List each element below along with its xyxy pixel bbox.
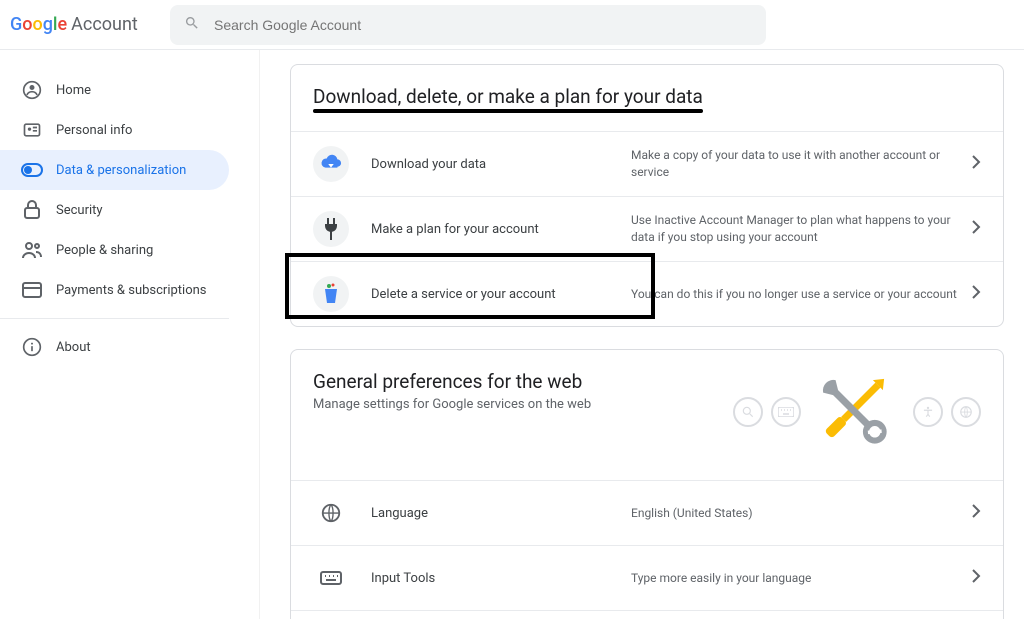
row-label: Make a plan for your account — [371, 222, 631, 237]
row-language[interactable]: Language English (United States) — [291, 480, 1003, 545]
google-logo-text: Google — [10, 14, 67, 35]
row-description: You can do this if you no longer use a s… — [631, 286, 971, 303]
nav-label: Data & personalization — [56, 163, 186, 178]
nav-label: Payments & subscriptions — [56, 283, 207, 298]
row-input-tools[interactable]: Input Tools Type more easily in your lan… — [291, 545, 1003, 610]
magnifier-icon — [733, 397, 763, 427]
chevron-right-icon — [971, 503, 981, 523]
search-input[interactable] — [214, 17, 752, 33]
people-icon — [20, 241, 44, 259]
keyboard-icon — [771, 397, 801, 427]
row-description: English (United States) — [631, 505, 971, 522]
card-title: Download, delete, or make a plan for you… — [313, 85, 981, 108]
row-delete-service-account[interactable]: Delete a service or your account You can… — [291, 261, 1003, 326]
sidebar-item-about[interactable]: About — [0, 327, 229, 367]
row-make-plan-account[interactable]: Make a plan for your account Use Inactiv… — [291, 196, 1003, 261]
chevron-right-icon — [971, 219, 981, 239]
nav-label: Security — [56, 203, 103, 218]
toggle-on-icon — [20, 163, 44, 177]
chevron-right-icon — [971, 154, 981, 174]
globe-icon — [313, 495, 349, 531]
row-label: Download your data — [371, 157, 631, 172]
search-icon — [184, 15, 200, 35]
account-label: Account — [71, 14, 138, 35]
chevron-right-icon — [971, 284, 981, 304]
trash-bin-icon — [313, 276, 349, 312]
nav-label: About — [56, 340, 91, 355]
accessibility-person-icon — [913, 397, 943, 427]
sidebar-item-people-sharing[interactable]: People & sharing — [0, 230, 229, 270]
lock-icon — [20, 200, 44, 220]
sidebar-item-data-personalization[interactable]: Data & personalization — [0, 150, 229, 190]
sidebar-item-payments-subscriptions[interactable]: Payments & subscriptions — [0, 270, 229, 310]
nav-label: Personal info — [56, 123, 132, 138]
nav-label: Home — [56, 83, 91, 98]
row-description: Type more easily in your language — [631, 570, 971, 587]
card-download-delete-plan: Download, delete, or make a plan for you… — [290, 64, 1004, 327]
screwdriver-wrench-icon — [809, 366, 897, 458]
sidebar-item-security[interactable]: Security — [0, 190, 229, 230]
row-accessibility[interactable]: Accessibility Screen reader OFF High-con… — [291, 610, 1003, 619]
row-label: Input Tools — [371, 571, 631, 586]
row-label: Language — [371, 506, 631, 521]
nav-divider — [0, 318, 229, 319]
row-description: Use Inactive Account Manager to plan wha… — [631, 212, 971, 246]
credit-card-icon — [20, 282, 44, 298]
user-circle-icon — [20, 80, 44, 100]
sidebar: Home Personal info Data & personalizatio… — [0, 50, 260, 619]
cloud-download-icon — [313, 146, 349, 182]
sidebar-item-personal-info[interactable]: Personal info — [0, 110, 229, 150]
header: Google Account — [0, 0, 1024, 50]
chevron-right-icon — [971, 568, 981, 588]
nav-label: People & sharing — [56, 243, 153, 258]
row-label: Delete a service or your account — [371, 287, 631, 302]
id-card-icon — [20, 120, 44, 140]
info-icon — [20, 337, 44, 357]
row-description: Make a copy of your data to use it with … — [631, 147, 971, 181]
globe-icon — [951, 397, 981, 427]
sidebar-item-home[interactable]: Home — [0, 70, 229, 110]
row-download-your-data[interactable]: Download your data Make a copy of your d… — [291, 131, 1003, 196]
logo[interactable]: Google Account — [10, 14, 170, 35]
keyboard-icon — [313, 560, 349, 596]
plug-icon — [313, 211, 349, 247]
annotation-underline — [313, 109, 703, 113]
main-content: Download, delete, or make a plan for you… — [260, 50, 1024, 619]
search-bar[interactable] — [170, 5, 766, 45]
card-general-preferences: General preferences for the web Manage s… — [290, 349, 1004, 619]
preferences-illustration — [725, 366, 981, 458]
